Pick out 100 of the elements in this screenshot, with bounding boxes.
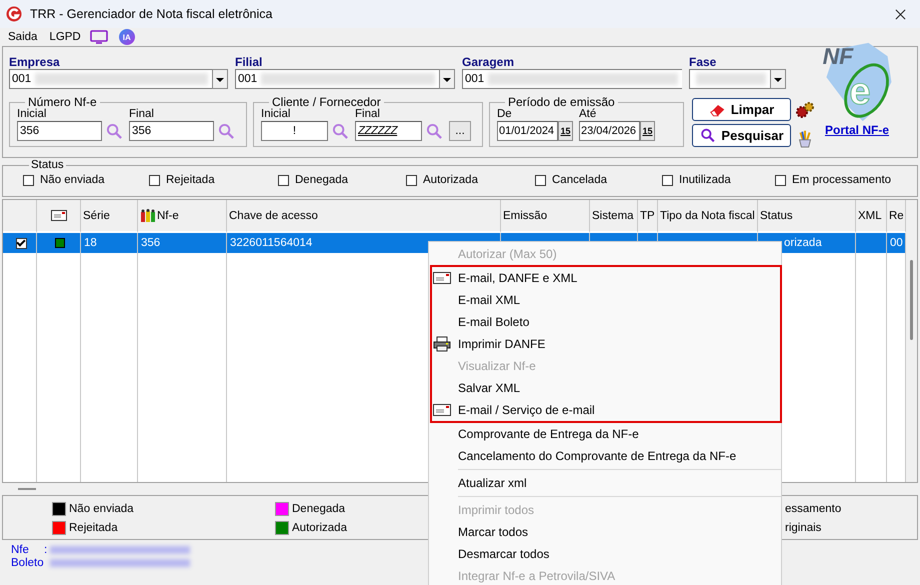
footer-separator: :	[44, 544, 48, 556]
checkbox[interactable]	[149, 174, 160, 186]
envelope-icon	[433, 404, 451, 416]
ai-badge[interactable]: IA	[118, 29, 135, 45]
dropdown-button[interactable]	[439, 69, 455, 89]
field-label: Inicial	[17, 107, 48, 121]
input-field[interactable]: !	[261, 121, 328, 141]
field-label: Fase	[689, 56, 718, 69]
field-label: Final	[129, 107, 155, 121]
envelope-icon	[50, 210, 66, 221]
menu-item[interactable]: E-mail Boleto	[432, 311, 780, 333]
column-header[interactable]: Tipo da Nota fiscal	[658, 200, 758, 233]
menu-item[interactable]: Atualizar xml	[429, 472, 781, 494]
combo-field[interactable]: 001	[235, 69, 439, 89]
column-header[interactable]: Chave de acesso	[227, 200, 501, 233]
footer-label: Nfe	[11, 544, 30, 556]
input-field[interactable]: 01/01/2024	[497, 121, 558, 141]
group-title: Cliente / Fornecedor	[272, 95, 382, 109]
app-logo-icon	[6, 6, 22, 22]
splitter-handle[interactable]	[18, 488, 36, 490]
column-header[interactable]: Emissão	[501, 200, 590, 233]
table-cell: 3226011564014	[230, 237, 312, 249]
action-button[interactable]: Pesquisar	[692, 124, 791, 147]
checkbox[interactable]	[775, 174, 786, 186]
menu-item[interactable]: Cancelamento do Comprovante de Entrega da NF-e	[429, 445, 781, 467]
checkbox[interactable]	[535, 174, 546, 186]
field-label: De	[497, 107, 513, 121]
checkbox-label: Autorizada	[423, 174, 478, 186]
legend-label: Autorizada	[292, 522, 347, 534]
column-header[interactable]: Re	[887, 200, 906, 233]
combo-field[interactable]	[689, 69, 770, 89]
checkbox-label: Rejeitada	[166, 174, 215, 186]
combo-field[interactable]: 001	[462, 69, 682, 89]
menu-item[interactable]: Marcar todos	[429, 521, 781, 543]
figures-icon	[140, 208, 156, 222]
checkbox-label: Não enviada	[40, 174, 105, 186]
combo-field[interactable]: 001	[9, 69, 212, 89]
checkbox[interactable]	[16, 238, 26, 248]
menu-item[interactable]: E-mail / Serviço de e-mail	[432, 399, 780, 421]
column-header[interactable]: Nf-e	[138, 200, 227, 233]
calendar-button[interactable]: 15	[558, 121, 573, 141]
menu-item[interactable]: Salvar XML	[432, 377, 780, 399]
field-label: Garagem	[462, 56, 516, 69]
column-header[interactable]: Sistema	[590, 200, 638, 233]
table-cell: 18	[84, 237, 97, 249]
table-cell: orizada	[784, 237, 822, 249]
legend-label: Denegada	[292, 503, 346, 515]
menu-item[interactable]: E-mail XML	[432, 289, 780, 311]
table-cell: 00	[890, 237, 903, 249]
logo-text: e	[849, 70, 871, 113]
window-title: TRR - Gerenciador de Nota fiscal eletrônica	[30, 7, 272, 21]
search-icon[interactable]	[332, 122, 349, 140]
close-icon[interactable]	[895, 8, 906, 20]
menu-item[interactable]: LGPD	[49, 31, 81, 43]
input-field[interactable]: 23/04/2026	[579, 121, 640, 141]
calendar-button[interactable]: 15	[640, 121, 655, 141]
search-icon[interactable]	[426, 122, 443, 140]
search-icon	[699, 128, 718, 143]
legend-label: Não enviada	[69, 503, 134, 515]
search-icon[interactable]	[218, 122, 235, 140]
menu-item[interactable]: Saida	[8, 31, 38, 43]
printer-icon	[433, 336, 451, 352]
eraser-icon	[708, 102, 727, 117]
checkbox[interactable]	[278, 174, 289, 186]
input-field[interactable]: 356	[17, 121, 102, 141]
column-header[interactable]: TP	[638, 200, 658, 233]
footer-label: Boleto	[11, 556, 44, 568]
menu-item[interactable]: Imprimir DANFE	[432, 333, 780, 355]
gears-icon[interactable]	[795, 100, 815, 120]
menu-item[interactable]: E-mail, DANFE e XML	[432, 267, 780, 289]
checkbox-label: Em processamento	[792, 174, 892, 186]
input-field[interactable]: 356	[129, 121, 214, 141]
field-label: Até	[579, 107, 598, 121]
field-label: Filial	[235, 56, 264, 69]
column-header[interactable]: XML	[856, 200, 887, 233]
checkbox-label: Inutilizada	[679, 174, 731, 186]
checkbox[interactable]	[23, 174, 34, 186]
column-header[interactable]: Status	[758, 200, 856, 233]
search-icon[interactable]	[106, 122, 123, 140]
table-cell: 356	[141, 237, 160, 249]
group-title: Período de emissão	[507, 95, 616, 109]
scrollbar-thumb[interactable]	[910, 260, 913, 340]
field-label: Inicial	[261, 107, 292, 121]
column-header[interactable]: Série	[81, 200, 138, 233]
input-field[interactable]: ZZZZZZ	[355, 121, 422, 141]
checkbox-label: Cancelada	[552, 174, 607, 186]
checkbox-label: Denegada	[295, 174, 348, 186]
menu-item[interactable]: Comprovante de Entrega da NF-e	[429, 423, 781, 445]
field-label: Empresa	[9, 56, 61, 69]
action-button[interactable]: Limpar	[692, 98, 791, 121]
dropdown-button[interactable]	[212, 69, 228, 89]
monitor-icon[interactable]	[90, 30, 108, 44]
group-title: Status	[30, 160, 65, 170]
dropdown-button[interactable]	[770, 69, 786, 89]
more-button[interactable]: ...	[449, 121, 471, 141]
checkbox[interactable]	[662, 174, 673, 186]
legend-label: riginais	[785, 521, 822, 536]
checkbox[interactable]	[406, 174, 417, 186]
portal-link[interactable]: Portal NF-e	[824, 123, 889, 137]
menu-item[interactable]: Desmarcar todos	[429, 543, 781, 565]
